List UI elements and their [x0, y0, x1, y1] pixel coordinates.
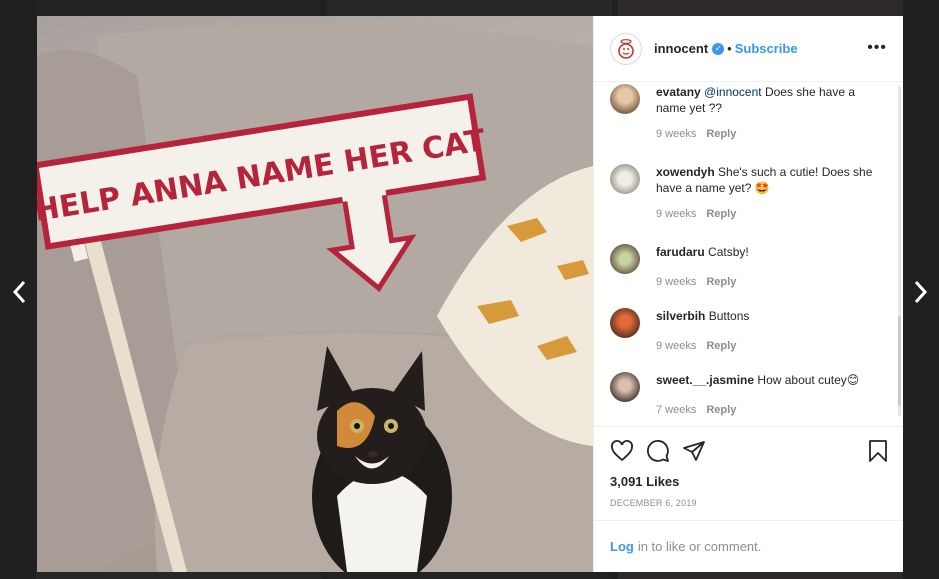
- comment-text: Catsby!: [704, 245, 749, 259]
- cat-photo-illustration: HELP ANNA NAME HER CAT: [37, 23, 593, 572]
- scrollbar-thumb[interactable]: [898, 316, 901, 406]
- reply-button[interactable]: Reply: [706, 404, 736, 416]
- scrollbar[interactable]: [898, 86, 901, 416]
- reply-button[interactable]: Reply: [706, 208, 736, 220]
- comment-icon[interactable]: [646, 439, 670, 463]
- post-photo: HELP ANNA NAME HER CAT: [37, 16, 593, 572]
- avatar[interactable]: [610, 84, 640, 114]
- comment-text: How about cutey😊: [754, 373, 860, 387]
- comment-time[interactable]: 9 weeks: [656, 208, 696, 220]
- separator-dot: •: [727, 41, 732, 56]
- comment-time[interactable]: 9 weeks: [656, 340, 696, 352]
- comment-time[interactable]: 7 weeks: [656, 404, 696, 416]
- login-prompt: Log in to like or comment.: [594, 520, 903, 572]
- post-sidebar: innocent ✓ • Subscribe ••• evatany @inno…: [593, 16, 903, 572]
- post-username[interactable]: innocent: [654, 41, 708, 56]
- comment-time[interactable]: 9 weeks: [656, 128, 696, 140]
- comment-username[interactable]: xowendyh: [656, 165, 715, 179]
- comment-mention[interactable]: @innocent: [704, 85, 762, 99]
- comment-item: xowendyh She's such a cutie! Does she ha…: [610, 164, 880, 222]
- verified-badge-icon: ✓: [712, 42, 725, 55]
- post-modal: HELP ANNA NAME HER CAT innocent ✓ • Subs…: [37, 16, 903, 572]
- chevron-left-icon[interactable]: [7, 280, 31, 308]
- avatar[interactable]: [610, 32, 642, 65]
- heart-icon[interactable]: [610, 439, 634, 463]
- bookmark-icon[interactable]: [867, 439, 889, 463]
- comment-time[interactable]: 9 weeks: [656, 276, 696, 288]
- avatar[interactable]: [610, 244, 640, 274]
- likes-count[interactable]: 3,091 Likes: [594, 474, 903, 496]
- avatar[interactable]: [610, 308, 640, 338]
- chevron-right-icon[interactable]: [909, 280, 933, 308]
- comment-item: farudaru Catsby! 9 weeks Reply: [610, 244, 880, 290]
- post-actions: [594, 426, 903, 474]
- comment-text: Buttons: [705, 309, 750, 323]
- comment-item: silverbih Buttons 9 weeks Reply: [610, 308, 880, 354]
- login-prompt-text: in to like or comment.: [637, 539, 762, 554]
- comment-username[interactable]: silverbih: [656, 309, 705, 323]
- avatar[interactable]: [610, 164, 640, 194]
- comment-item: evatany @innocent Does she have a name y…: [610, 84, 880, 142]
- comment-username[interactable]: evatany: [656, 85, 701, 99]
- more-icon[interactable]: •••: [867, 40, 887, 56]
- reply-button[interactable]: Reply: [706, 340, 736, 352]
- subscribe-button[interactable]: Subscribe: [735, 41, 798, 56]
- reply-button[interactable]: Reply: [706, 128, 736, 140]
- comments-list[interactable]: evatany @innocent Does she have a name y…: [594, 82, 903, 426]
- login-link[interactable]: Log: [610, 539, 634, 554]
- comment-item: sweet.__.jasmine How about cutey😊 7 week…: [610, 372, 880, 418]
- reply-button[interactable]: Reply: [706, 276, 736, 288]
- post-date[interactable]: DECEMBER 6, 2019: [594, 496, 903, 520]
- share-icon[interactable]: [682, 439, 706, 463]
- avatar[interactable]: [610, 372, 640, 402]
- post-header: innocent ✓ • Subscribe •••: [594, 16, 903, 82]
- comment-username[interactable]: sweet.__.jasmine: [656, 373, 754, 387]
- innocent-logo-icon: [618, 38, 634, 59]
- comment-username[interactable]: farudaru: [656, 245, 705, 259]
